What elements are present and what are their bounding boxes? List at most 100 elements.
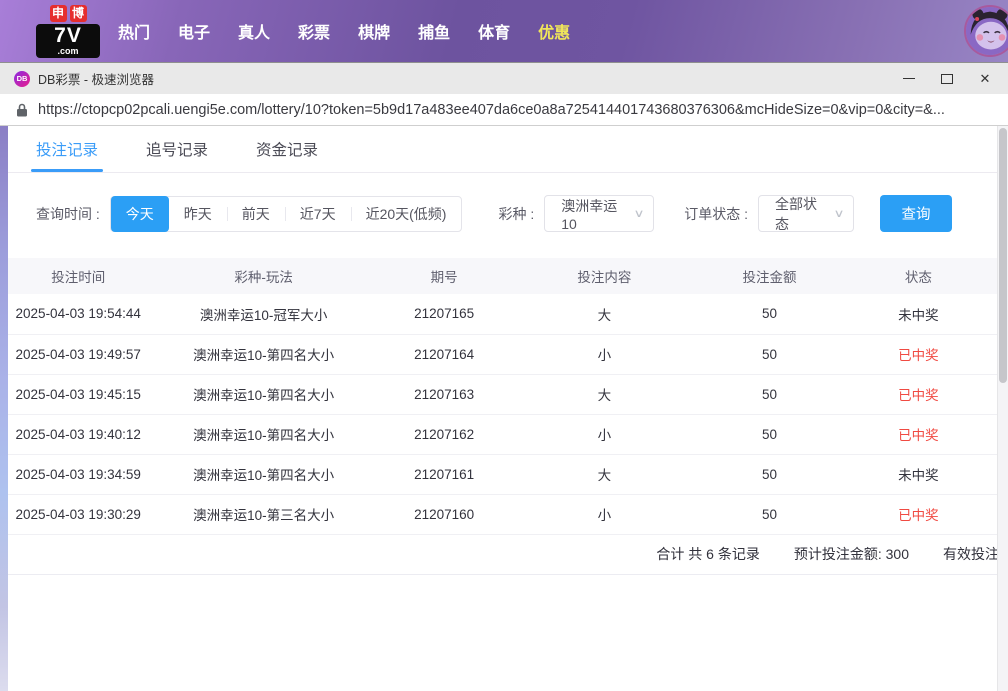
table-row: 2025-04-03 19:54:44 澳洲幸运10-冠军大小 21207165…: [8, 294, 997, 334]
cell-bet-content: 大: [509, 454, 699, 494]
table-header-cell: 投注内容: [509, 258, 699, 294]
minimize-icon: [903, 78, 915, 79]
nav-item[interactable]: 彩票: [298, 15, 330, 47]
nav-item[interactable]: 热门: [118, 15, 150, 47]
cell-issue-number: 21207163: [379, 374, 510, 414]
record-tabs: 投注记录 追号记录 资金记录: [8, 126, 997, 173]
scrollbar-thumb[interactable]: [999, 128, 1007, 383]
nav-item[interactable]: 棋牌: [358, 15, 390, 47]
cell-bet-content: 大: [509, 294, 699, 334]
order-status-value: 全部状态: [775, 194, 829, 234]
table-row: 2025-04-03 19:30:29 澳洲幸运10-第三名大小 2120716…: [8, 494, 997, 534]
chevron-down-icon: ∨: [634, 207, 645, 220]
cell-bet-time: 2025-04-03 19:34:59: [8, 454, 148, 494]
table-header-cell: 期号: [379, 258, 510, 294]
logo-sub-text: .com: [40, 47, 96, 56]
cell-bet-time: 2025-04-03 19:40:12: [8, 414, 148, 454]
time-range-group: 今天 昨天 前天 近7天 近20天(低频): [110, 196, 463, 232]
record-tab[interactable]: 投注记录: [36, 126, 98, 172]
logo-badges: 申 博: [36, 5, 100, 22]
site-favicon-icon: DB: [14, 71, 30, 87]
table-header-cell: 投注时间: [8, 258, 148, 294]
page-left-strip: [0, 126, 8, 691]
lottery-filter-label: 彩种 :: [498, 204, 534, 224]
site-nav-items: 热门 电子 真人 彩票 棋牌 捕鱼 体育 优惠: [118, 15, 570, 47]
cell-bet-amount: 50: [699, 414, 839, 454]
table-body: 2025-04-03 19:54:44 澳洲幸运10-冠军大小 21207165…: [8, 294, 997, 534]
avatar-girl-icon: [966, 7, 1008, 55]
lottery-select[interactable]: 澳洲幸运10 ∨: [544, 195, 654, 232]
time-range-option[interactable]: 昨天: [169, 197, 227, 231]
cell-bet-amount: 50: [699, 334, 839, 374]
site-logo[interactable]: 申 博 7V .com: [36, 5, 100, 58]
maximize-button[interactable]: [928, 64, 966, 94]
nav-item[interactable]: 优惠: [538, 15, 570, 47]
cell-game-play: 澳洲幸运10-第四名大小: [148, 334, 378, 374]
filter-bar: 查询时间 : 今天 昨天 前天 近7天 近20天(低频) 彩种 :: [36, 195, 997, 232]
table-row: 2025-04-03 19:45:15 澳洲幸运10-第四名大小 2120716…: [8, 374, 997, 414]
time-range-option[interactable]: 近7天: [285, 197, 351, 231]
nav-item[interactable]: 捕鱼: [418, 15, 450, 47]
summary-valid-amount: 有效投注金: [943, 544, 997, 564]
cell-issue-number: 21207164: [379, 334, 510, 374]
content-card: 投注记录 追号记录 资金记录 查询时间 : 今天 昨天 前天: [8, 126, 997, 691]
cell-game-play: 澳洲幸运10-第四名大小: [148, 414, 378, 454]
record-tab[interactable]: 资金记录: [256, 126, 318, 172]
cell-bet-content: 大: [509, 374, 699, 414]
cell-bet-time: 2025-04-03 19:54:44: [8, 294, 148, 334]
cell-status: 已中奖: [840, 374, 997, 414]
table-header-cell: 投注金额: [699, 258, 839, 294]
browser-urlbar[interactable]: https://ctopcp02pcali.uengi5e.com/lotter…: [0, 94, 1008, 126]
cell-bet-amount: 50: [699, 494, 839, 534]
summary-expected-amount: 预计投注金额: 300: [794, 544, 909, 564]
table-header-cell: 状态: [840, 258, 997, 294]
cell-game-play: 澳洲幸运10-第四名大小: [148, 454, 378, 494]
logo-badge-shen: 申: [50, 5, 67, 22]
site-navbar: 申 博 7V .com 热门 电子 真人 彩票 棋牌 捕鱼 体育 优惠: [0, 0, 1008, 62]
cell-game-play: 澳洲幸运10-第三名大小: [148, 494, 378, 534]
page-body: 投注记录 追号记录 资金记录 查询时间 : 今天 昨天 前天: [0, 126, 1008, 691]
nav-item[interactable]: 体育: [478, 15, 510, 47]
user-avatar[interactable]: [964, 5, 1008, 57]
cell-bet-time: 2025-04-03 19:49:57: [8, 334, 148, 374]
nav-item[interactable]: 电子: [178, 15, 210, 47]
lottery-select-value: 澳洲幸运10: [561, 196, 629, 232]
time-range-option[interactable]: 前天: [227, 197, 285, 231]
table-summary: 合计 共 6 条记录 预计投注金额: 300 有效投注金: [8, 535, 997, 575]
cell-bet-content: 小: [509, 494, 699, 534]
cell-status: 未中奖: [840, 454, 997, 494]
search-button[interactable]: 查询: [880, 195, 952, 232]
time-range-option[interactable]: 近20天(低频): [351, 197, 462, 231]
cell-game-play: 澳洲幸运10-冠军大小: [148, 294, 378, 334]
logo-badge-bo: 博: [70, 5, 87, 22]
cell-issue-number: 21207162: [379, 414, 510, 454]
table-header-cell: 彩种-玩法: [148, 258, 378, 294]
browser-window: DB DB彩票 - 极速浏览器 ✕ https://ctopcp02pcali.…: [0, 62, 1008, 691]
lock-icon: [16, 103, 28, 117]
cell-status: 已中奖: [840, 494, 997, 534]
maximize-icon: [941, 74, 953, 84]
nav-item[interactable]: 真人: [238, 15, 270, 47]
cell-status: 未中奖: [840, 294, 997, 334]
time-filter-label: 查询时间 :: [36, 204, 100, 224]
table-header-row: 投注时间 彩种-玩法 期号 投注内容 投注金额 状态: [8, 258, 997, 294]
cell-bet-content: 小: [509, 414, 699, 454]
cell-issue-number: 21207160: [379, 494, 510, 534]
cell-bet-content: 小: [509, 334, 699, 374]
url-text[interactable]: https://ctopcp02pcali.uengi5e.com/lotter…: [38, 102, 945, 118]
scrollbar[interactable]: [997, 126, 1008, 691]
cell-game-play: 澳洲幸运10-第四名大小: [148, 374, 378, 414]
minimize-button[interactable]: [890, 64, 928, 94]
logo-main-text: 7V: [40, 24, 96, 47]
cell-bet-amount: 50: [699, 374, 839, 414]
window-title: DB彩票 - 极速浏览器: [38, 69, 154, 88]
cell-issue-number: 21207165: [379, 294, 510, 334]
table-row: 2025-04-03 19:40:12 澳洲幸运10-第四名大小 2120716…: [8, 414, 997, 454]
close-button[interactable]: ✕: [966, 64, 1004, 94]
chevron-down-icon: ∨: [833, 207, 844, 220]
record-tab[interactable]: 追号记录: [146, 126, 208, 172]
cell-bet-amount: 50: [699, 294, 839, 334]
order-status-select[interactable]: 全部状态 ∨: [758, 195, 854, 232]
time-range-option[interactable]: 今天: [111, 196, 169, 232]
table-row: 2025-04-03 19:34:59 澳洲幸运10-第四名大小 2120716…: [8, 454, 997, 494]
